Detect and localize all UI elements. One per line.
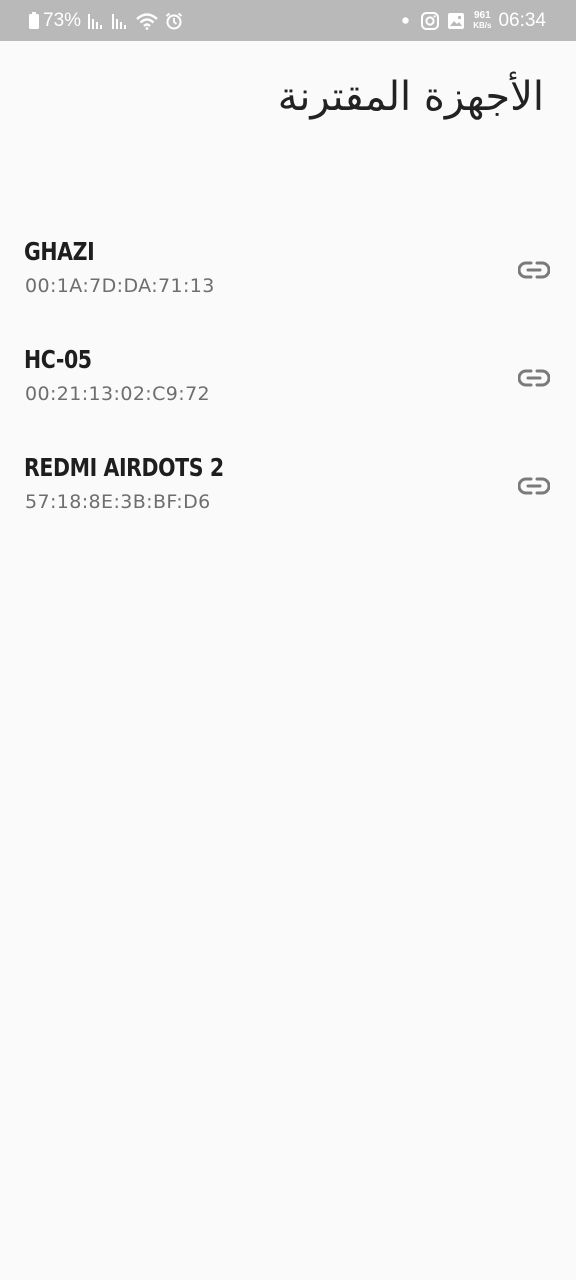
link-icon[interactable]: [518, 471, 550, 501]
net-speed-unit: KB/s: [473, 21, 492, 30]
battery-icon: [28, 12, 40, 29]
dot-icon: [402, 17, 409, 24]
status-bar: 73% 961 KB/s 06:34: [0, 0, 576, 41]
list-item[interactable]: REDMI AIRDOTS 2 57:18:8E:3B:BF:D6: [0, 445, 576, 553]
device-name: GHAZI: [24, 237, 95, 266]
signal-icon: [87, 12, 105, 29]
alarm-icon: [165, 12, 183, 30]
link-icon[interactable]: [518, 255, 550, 285]
net-speed-value: 961: [473, 10, 491, 21]
device-mac-address: 00:21:13:02:C9:72: [25, 383, 211, 405]
status-left: 73%: [28, 0, 183, 41]
device-mac-address: 00:1A:7D:DA:71:13: [25, 275, 215, 297]
device-name: HC-05: [24, 345, 92, 374]
instagram-icon: [421, 11, 440, 30]
gallery-icon: [447, 12, 465, 30]
net-speed-indicator: 961 KB/s: [473, 10, 492, 31]
device-name: REDMI AIRDOTS 2: [24, 453, 224, 482]
link-icon[interactable]: [518, 363, 550, 393]
device-mac-address: 57:18:8E:3B:BF:D6: [25, 491, 211, 513]
paired-devices-list: GHAZI 00:1A:7D:DA:71:13 HC-05 00:21:13:0…: [0, 229, 576, 553]
battery-percent: 73%: [43, 10, 82, 31]
list-item[interactable]: HC-05 00:21:13:02:C9:72: [0, 337, 576, 445]
signal-icon: [111, 12, 129, 29]
list-item[interactable]: GHAZI 00:1A:7D:DA:71:13: [0, 229, 576, 337]
wifi-icon: [135, 12, 159, 30]
page-title: الأجهزة المقترنة: [277, 74, 544, 120]
status-right: 961 KB/s 06:34: [402, 0, 546, 41]
clock: 06:34: [498, 10, 546, 31]
